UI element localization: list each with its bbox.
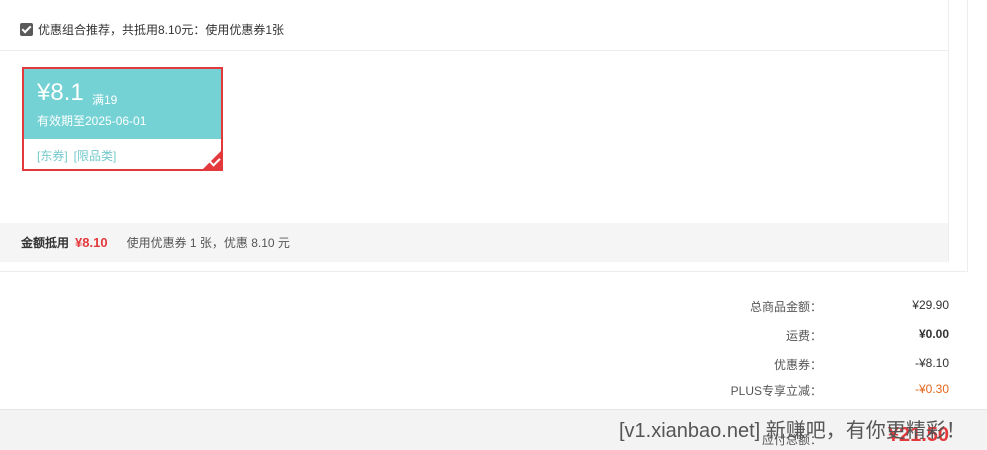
panel-divider	[948, 0, 949, 262]
coupon-card[interactable]: ¥8.1 满19 有效期至2025-06-01 [东券] [限品类]	[22, 67, 223, 171]
coupon-tag-category: [限品类]	[73, 149, 117, 163]
shipping-value: ¥0.00	[918, 327, 949, 341]
plus-discount-label: PLUS专享立减：	[730, 384, 822, 398]
plus-row: PLUS专享立减： -¥0.30	[0, 382, 987, 402]
discount-summary: 金额抵用 ¥8.10 使用优惠券 1 张，优惠 8.10 元	[0, 223, 948, 262]
recommend-checkbox[interactable]	[20, 22, 33, 36]
total-goods-row: 总商品金额： ¥29.90	[0, 298, 987, 318]
total-goods-label: 总商品金额：	[749, 300, 822, 314]
summary-description: 使用优惠券 1 张，优惠 8.10 元	[126, 236, 290, 250]
plus-discount-value: -¥0.30	[914, 382, 949, 396]
summary-amount: ¥8.10	[75, 235, 108, 250]
coupon-condition: 满19	[92, 93, 118, 107]
recommend-row[interactable]: 优惠组合推荐，共抵用8.10元：使用优惠券1张	[20, 19, 284, 39]
coupon-amount: ¥8.1	[37, 79, 84, 106]
coupon-tags: [东券] [限品类]	[37, 147, 122, 164]
shipping-label: 运费：	[785, 329, 822, 343]
coupon-row: 优惠券： -¥8.10	[0, 356, 987, 376]
coupon-discount-label: 优惠券：	[773, 358, 822, 372]
recommend-text: 优惠组合推荐，共抵用8.10元：使用优惠券1张	[38, 22, 285, 37]
shipping-row: 运费： ¥0.00	[0, 327, 987, 347]
coupon-discount-value: -¥8.10	[914, 356, 949, 370]
watermark-text: [v1.xianbao.net] 新赚吧，有你更精彩！	[619, 420, 966, 442]
divider	[0, 50, 948, 51]
summary-label: 金额抵用	[21, 236, 70, 250]
total-goods-value: ¥29.90	[912, 298, 949, 312]
coupon-header: ¥8.1 满19 有效期至2025-06-01	[24, 69, 221, 139]
coupon-tag-jd: [东券]	[37, 149, 68, 163]
coupon-expire: 有效期至2025-06-01	[37, 114, 147, 128]
